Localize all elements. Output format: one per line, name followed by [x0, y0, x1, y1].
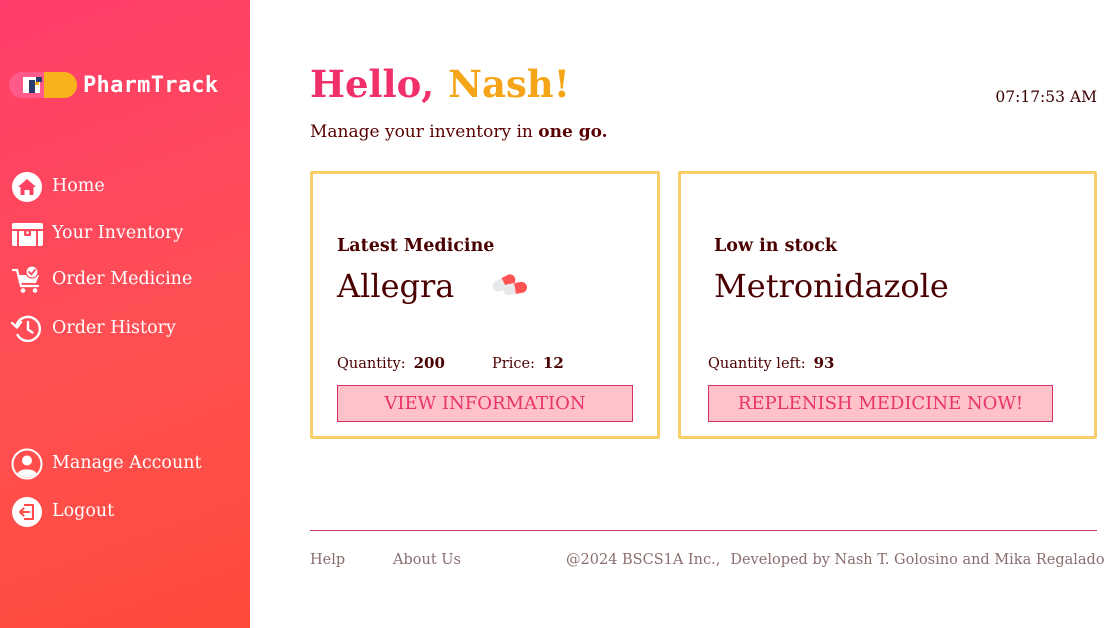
- subtitle-bold: one go.: [538, 122, 608, 142]
- nav-order-history[interactable]: Order History: [11, 313, 176, 345]
- brand-name: PharmTrack: [83, 72, 219, 98]
- nav-inventory[interactable]: Your Inventory: [11, 218, 183, 250]
- latest-price: Price: 12: [492, 354, 564, 372]
- latest-quantity: Quantity: 200: [337, 354, 445, 372]
- capsule-icon: [492, 274, 527, 296]
- nav-order-medicine-label: Order Medicine: [52, 269, 193, 290]
- replenish-medicine-button[interactable]: REPLENISH MEDICINE NOW!: [708, 385, 1053, 422]
- latest-quantity-label: Quantity:: [337, 356, 406, 372]
- pill-capsule-logo-icon: [9, 72, 77, 98]
- nav-home-label: Home: [52, 176, 105, 197]
- nav-logout-label: Logout: [52, 501, 115, 522]
- latest-medicine-card: Latest Medicine Allegra Quantity: 200 Pri…: [310, 171, 660, 439]
- footer-help-link[interactable]: Help: [310, 552, 345, 568]
- view-information-button[interactable]: VIEW INFORMATION: [337, 385, 633, 422]
- latest-medicine-name: Allegra: [337, 267, 455, 305]
- low-stock-quantity-value: 93: [813, 354, 835, 372]
- latest-medicine-title: Latest Medicine: [337, 236, 495, 256]
- footer-credits: @2024 BSCS1A Inc., Developed by Nash T. G…: [566, 552, 1105, 568]
- nav-logout[interactable]: Logout: [11, 496, 114, 528]
- clock: 07:17:53 AM: [995, 88, 1097, 106]
- logout-icon: [12, 497, 42, 527]
- user-icon: [11, 448, 43, 480]
- nav-manage-account[interactable]: Manage Account: [11, 448, 202, 480]
- footer-about-link[interactable]: About Us: [393, 552, 461, 568]
- nav-manage-account-label: Manage Account: [52, 453, 202, 474]
- subtitle-text: Manage your inventory in: [310, 122, 539, 142]
- footer-developers: Developed by Nash T. Golosino and Mika R…: [730, 552, 1105, 568]
- home-icon: [12, 172, 42, 202]
- low-stock-quantity-label: Quantity left:: [708, 356, 806, 372]
- low-stock-quantity: Quantity left: 93: [708, 354, 834, 372]
- latest-price-value: 12: [542, 354, 564, 372]
- greeting-hello: Hello,: [310, 62, 435, 106]
- nav-inventory-label: Your Inventory: [52, 223, 184, 244]
- nav-order-medicine[interactable]: Order Medicine: [11, 264, 192, 296]
- latest-price-label: Price:: [492, 356, 535, 372]
- low-stock-title: Low in stock: [714, 236, 837, 256]
- chest-icon: [12, 223, 43, 246]
- nav-home[interactable]: Home: [11, 171, 105, 203]
- nav-order-history-label: Order History: [52, 318, 176, 339]
- low-stock-card: Low in stock Metronidazole Quantity left…: [678, 171, 1097, 439]
- greeting-name: Nash!: [448, 62, 570, 106]
- low-stock-medicine-name: Metronidazole: [714, 267, 949, 305]
- page-subtitle: Manage your inventory in one go.: [310, 122, 608, 142]
- footer-divider: [310, 530, 1097, 531]
- cart-icon: [11, 265, 40, 293]
- sidebar: PharmTrack Home Your Inventory Order Med…: [0, 0, 250, 628]
- brand[interactable]: PharmTrack: [8, 70, 218, 100]
- footer-copyright: @2024 BSCS1A Inc.,: [566, 552, 721, 568]
- history-icon: [11, 315, 42, 343]
- greeting-heading: Hello, Nash!: [310, 66, 570, 103]
- latest-quantity-value: 200: [413, 354, 445, 372]
